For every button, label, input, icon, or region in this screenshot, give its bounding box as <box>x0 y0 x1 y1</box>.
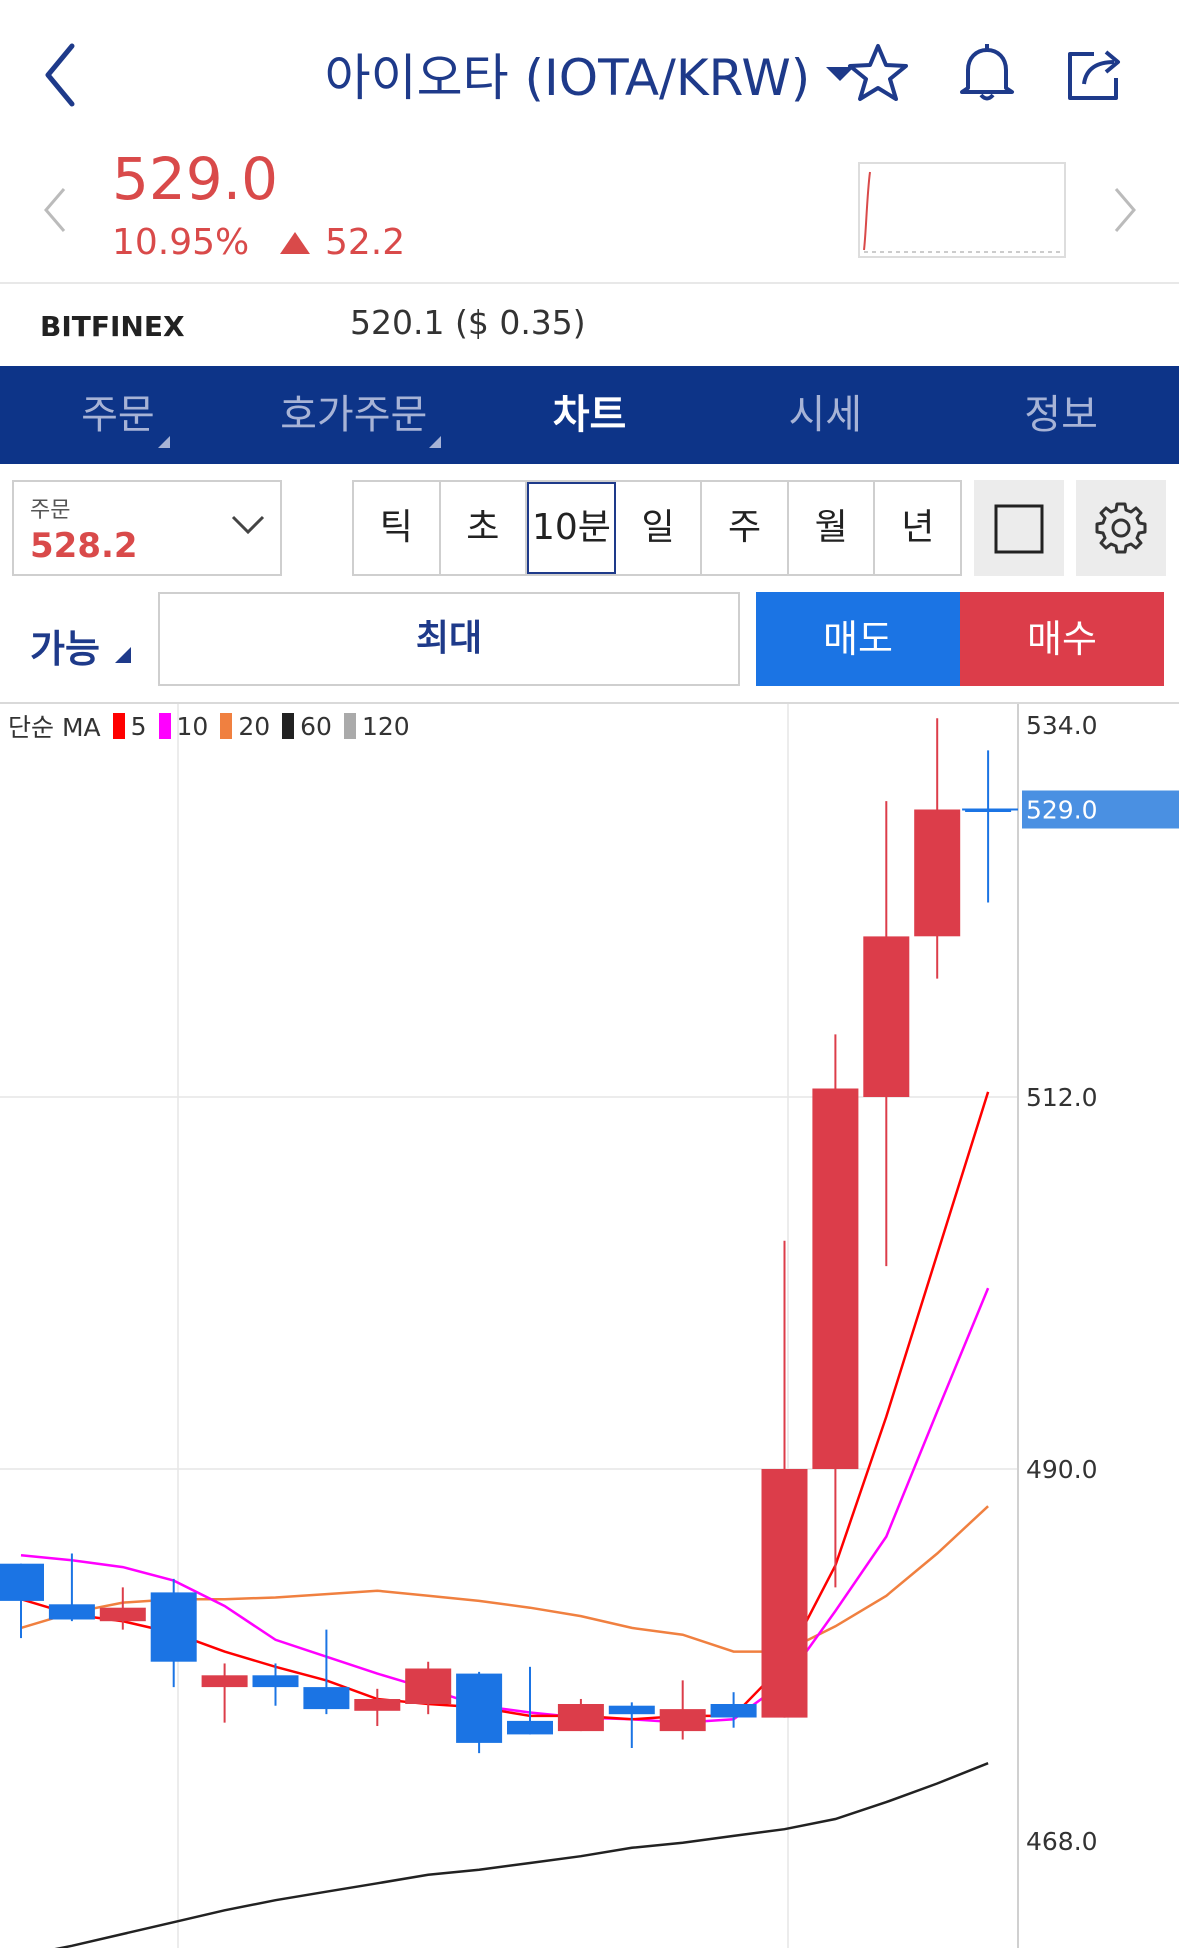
square-icon <box>994 504 1044 554</box>
y-tick-label: 512.0 <box>1026 1083 1098 1112</box>
period-selector: 틱 초 10분 일 주 월 년 <box>352 480 962 576</box>
candle-body <box>456 1673 503 1743</box>
corner-triangle-icon <box>115 647 131 663</box>
candle-body <box>863 936 910 1097</box>
market-selector[interactable]: 아이오타 (IOTA/KRW) <box>325 38 855 110</box>
candle-body <box>659 1709 706 1732</box>
y-tick-label: 468.0 <box>1026 1827 1098 1856</box>
period-second[interactable]: 초 <box>441 482 528 574</box>
order-price-select[interactable]: 주문 528.2 <box>12 480 282 576</box>
tab-market[interactable]: 시세 <box>707 366 943 464</box>
chevron-down-icon <box>231 515 265 535</box>
max-button[interactable]: 최대 <box>158 592 740 686</box>
tab-chart-label: 차트 <box>552 392 627 438</box>
candle-body <box>252 1675 299 1688</box>
corner-triangle-icon <box>158 436 170 448</box>
change-amount: 52.2 <box>325 222 406 263</box>
tab-orderbook-order[interactable]: 호가주문 <box>236 366 472 464</box>
legend-swatch <box>282 713 295 739</box>
top-bar: 아이오타 (IOTA/KRW) <box>0 0 1179 150</box>
order-price-label: 주문 <box>30 498 71 523</box>
tab-orderbook-order-label: 호가주문 <box>280 392 428 438</box>
up-triangle-icon <box>280 232 310 254</box>
legend-label: 5 <box>130 711 147 741</box>
period-day[interactable]: 일 <box>616 482 703 574</box>
next-arrow-icon[interactable] <box>1110 185 1140 235</box>
candle-body <box>201 1675 248 1688</box>
page-title: 아이오타 (IOTA/KRW) <box>324 49 811 107</box>
tab-info[interactable]: 정보 <box>943 366 1179 464</box>
sparkline-thumbnail[interactable] <box>858 162 1066 258</box>
period-week[interactable]: 주 <box>702 482 789 574</box>
y-tick-label: 490.0 <box>1026 1455 1098 1484</box>
legend-swatch <box>220 713 233 739</box>
legend-title: 단순 MA <box>8 713 101 742</box>
available-toggle[interactable]: 가능 <box>30 618 100 673</box>
candle-body <box>99 1607 146 1622</box>
order-price-value: 528.2 <box>30 526 138 566</box>
period-year[interactable]: 년 <box>875 482 960 574</box>
candle-body <box>354 1699 401 1711</box>
candle-body <box>812 1088 859 1469</box>
candlestick-chart[interactable]: 534.0 512.0 490.0 468.0 529.0 <box>0 704 1179 1948</box>
tab-order-label: 주문 <box>81 392 155 438</box>
share-icon[interactable] <box>1062 40 1128 106</box>
ma-legend: 단순 MA 5 10 20 60 120 <box>8 708 410 744</box>
star-icon[interactable] <box>845 40 911 106</box>
period-10min[interactable]: 10분 <box>527 482 616 574</box>
candle-body <box>0 1563 44 1601</box>
current-price-label: 529.0 <box>1026 796 1098 825</box>
legend-swatch <box>343 713 356 739</box>
current-price: 529.0 <box>112 145 279 213</box>
exchange-price: 520.1 ($ 0.35) <box>350 303 586 342</box>
period-month[interactable]: 월 <box>789 482 876 574</box>
buy-button[interactable]: 매수 <box>960 592 1164 686</box>
tab-info-label: 정보 <box>1024 392 1098 438</box>
change-percent: 10.95% <box>112 222 250 263</box>
candle-body <box>914 809 961 937</box>
legend-label: 120 <box>361 711 410 741</box>
tab-bar: 주문 호가주문 차트 시세 정보 <box>0 366 1179 464</box>
bell-icon[interactable] <box>954 40 1020 106</box>
candle-body <box>761 1469 808 1718</box>
settings-button[interactable] <box>1076 480 1166 576</box>
sparkline <box>863 171 1060 253</box>
candle-body <box>710 1704 757 1718</box>
legend-swatch <box>158 713 171 739</box>
sell-button[interactable]: 매도 <box>756 592 960 686</box>
gear-icon <box>1095 502 1147 554</box>
tab-market-label: 시세 <box>788 392 863 438</box>
candle-body <box>507 1720 553 1735</box>
tab-order[interactable]: 주문 <box>0 366 236 464</box>
prev-arrow-icon[interactable] <box>40 185 70 235</box>
ma60-line <box>54 1762 989 1948</box>
tab-chart[interactable]: 차트 <box>472 366 708 464</box>
legend-label: 20 <box>238 711 271 741</box>
candle-body <box>150 1592 197 1662</box>
y-tick-label: 534.0 <box>1026 711 1098 740</box>
candle-body <box>608 1705 655 1715</box>
legend-label: 10 <box>176 711 209 741</box>
candle-body <box>557 1704 604 1732</box>
fullscreen-button[interactable] <box>974 480 1064 576</box>
candle-body <box>303 1687 350 1710</box>
corner-triangle-icon <box>428 436 441 448</box>
candle-body <box>405 1668 452 1704</box>
period-tick[interactable]: 틱 <box>354 482 441 574</box>
legend-swatch <box>112 713 125 739</box>
divider <box>0 282 1179 284</box>
candle-body <box>48 1604 95 1620</box>
legend-label: 60 <box>300 711 332 741</box>
exchange-name: BITFINEX <box>40 310 185 343</box>
